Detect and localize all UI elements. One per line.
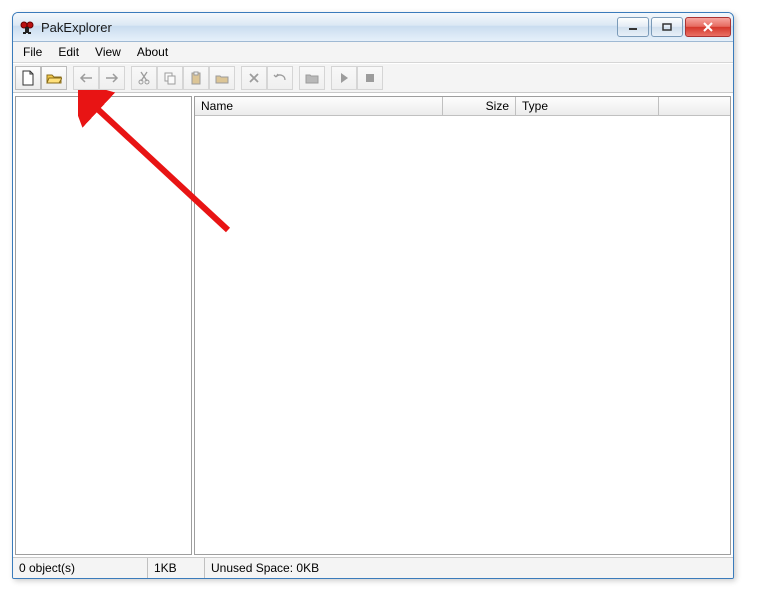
maximize-button[interactable]: [651, 17, 683, 37]
close-button[interactable]: [685, 17, 731, 37]
undo-button[interactable]: [267, 66, 293, 90]
copy-icon: [163, 71, 177, 85]
status-objects: 0 object(s): [13, 558, 148, 578]
delete-button[interactable]: [241, 66, 267, 90]
forward-button[interactable]: [99, 66, 125, 90]
paste-icon: [189, 71, 203, 85]
new-file-button[interactable]: [15, 66, 41, 90]
copy-button[interactable]: [157, 66, 183, 90]
statusbar: 0 object(s) 1KB Unused Space: 0KB: [13, 557, 733, 578]
open-button[interactable]: [41, 66, 67, 90]
menu-about[interactable]: About: [129, 42, 176, 62]
stop-button[interactable]: [357, 66, 383, 90]
menu-view[interactable]: View: [87, 42, 129, 62]
menu-edit[interactable]: Edit: [50, 42, 87, 62]
column-size[interactable]: Size: [443, 97, 516, 115]
minimize-button[interactable]: [617, 17, 649, 37]
new-file-icon: [21, 70, 35, 86]
cut-button[interactable]: [131, 66, 157, 90]
folder-paste-button[interactable]: [209, 66, 235, 90]
cut-icon: [138, 71, 150, 85]
forward-arrow-icon: [105, 73, 119, 83]
column-type[interactable]: Type: [516, 97, 659, 115]
status-size: 1KB: [148, 558, 205, 578]
back-arrow-icon: [79, 73, 93, 83]
window-title: PakExplorer: [41, 20, 617, 35]
play-button[interactable]: [331, 66, 357, 90]
column-spacer: [659, 97, 730, 115]
toolbar: [13, 63, 733, 93]
client-area: Name Size Type: [13, 93, 733, 557]
new-folder-button[interactable]: [299, 66, 325, 90]
folder-paste-icon: [215, 71, 229, 85]
menu-file[interactable]: File: [15, 42, 50, 62]
folder-icon: [305, 72, 319, 84]
application-window: PakExplorer File Edit View About: [12, 12, 734, 579]
tree-pane[interactable]: [15, 96, 192, 555]
column-headers: Name Size Type: [195, 97, 730, 116]
status-unused: Unused Space: 0KB: [205, 558, 733, 578]
paste-button[interactable]: [183, 66, 209, 90]
undo-icon: [273, 72, 287, 84]
menubar: File Edit View About: [13, 42, 733, 63]
play-icon: [339, 72, 349, 84]
list-pane[interactable]: Name Size Type: [194, 96, 731, 555]
back-button[interactable]: [73, 66, 99, 90]
app-icon: [19, 19, 35, 35]
open-folder-icon: [46, 71, 62, 85]
stop-icon: [365, 73, 375, 83]
titlebar[interactable]: PakExplorer: [13, 13, 733, 42]
column-name[interactable]: Name: [195, 97, 443, 115]
delete-icon: [248, 72, 260, 84]
